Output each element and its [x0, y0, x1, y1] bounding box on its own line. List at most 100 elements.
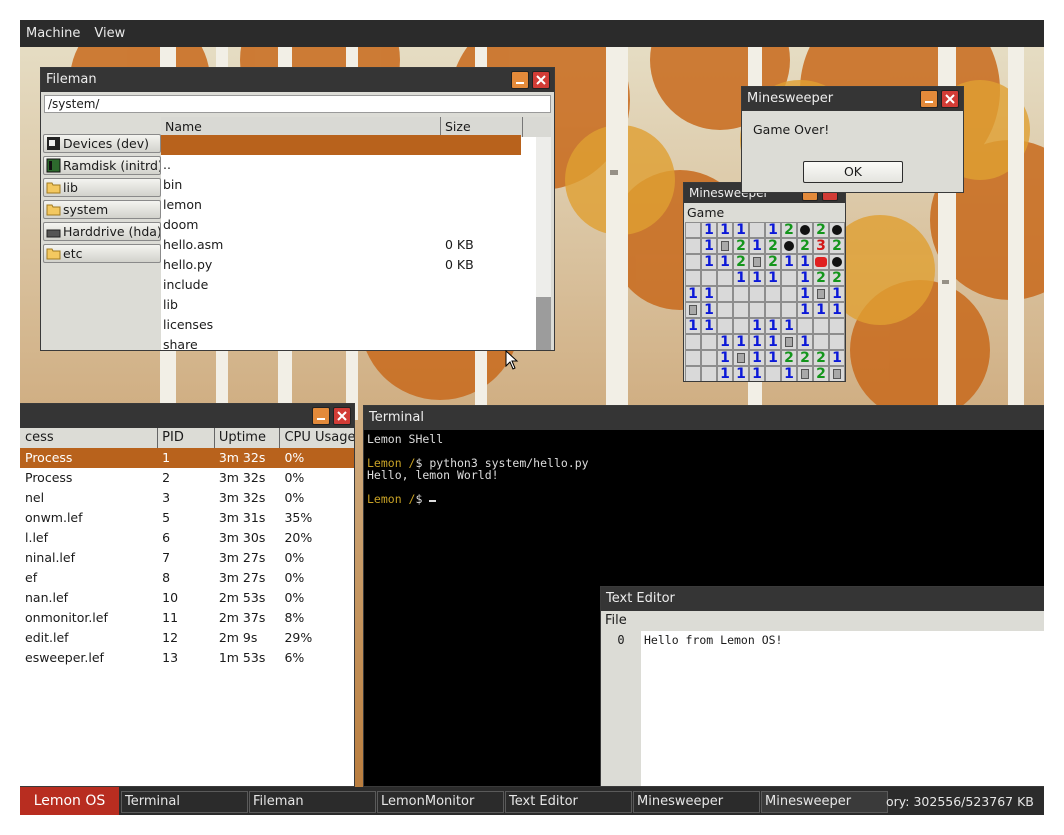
mine-cell[interactable] [829, 254, 845, 270]
process-row[interactable]: Process 1 3m 32s 0% [20, 448, 354, 468]
mine-cell[interactable] [685, 366, 701, 381]
mine-cell[interactable] [781, 302, 797, 318]
minimize-button[interactable] [511, 71, 529, 89]
file-row[interactable]: doom [161, 215, 536, 235]
mine-cell[interactable]: 2 [781, 222, 797, 238]
mine-cell[interactable]: 1 [701, 254, 717, 270]
start-button[interactable]: Lemon OS [20, 787, 119, 815]
menu-view[interactable]: View [94, 26, 125, 41]
fileman-titlebar[interactable]: Fileman [41, 68, 554, 92]
mine-cell[interactable]: 1 [765, 222, 781, 238]
mine-cell[interactable] [701, 350, 717, 366]
process-row[interactable]: edit.lef 12 2m 9s 29% [20, 628, 354, 648]
mine-cell[interactable]: 2 [813, 366, 829, 381]
task-fileman[interactable]: Fileman [249, 791, 376, 813]
mine-cell[interactable]: 1 [797, 270, 813, 286]
mine-cell[interactable] [781, 286, 797, 302]
mine-cell[interactable] [829, 366, 845, 381]
mine-cell[interactable] [733, 302, 749, 318]
terminal-titlebar[interactable]: Terminal [364, 406, 1044, 430]
monitor-titlebar[interactable] [20, 404, 354, 428]
minimize-button[interactable] [920, 90, 938, 108]
task-minesweeper[interactable]: Minesweeper [633, 791, 760, 813]
mine-cell[interactable]: 1 [717, 222, 733, 238]
column-process[interactable]: cess [20, 428, 159, 448]
editor-titlebar[interactable]: Text Editor [601, 587, 1044, 611]
process-row[interactable]: l.lef 6 3m 30s 20% [20, 528, 354, 548]
mine-cell[interactable] [797, 222, 813, 238]
mine-cell[interactable] [733, 318, 749, 334]
file-row[interactable]: bin [161, 175, 536, 195]
mine-cell[interactable]: 1 [765, 318, 781, 334]
mine-cell[interactable] [749, 286, 765, 302]
mine-cell[interactable] [733, 286, 749, 302]
mine-cell[interactable] [781, 270, 797, 286]
file-row[interactable]: licenses [161, 315, 536, 335]
mine-cell[interactable]: 2 [829, 238, 845, 254]
mine-cell[interactable] [717, 286, 733, 302]
menu-game[interactable]: Game [687, 205, 724, 220]
mine-cell[interactable]: 1 [749, 366, 765, 381]
close-button[interactable] [941, 90, 959, 108]
mine-cell[interactable]: 1 [797, 254, 813, 270]
mine-cell[interactable]: 1 [797, 286, 813, 302]
mine-cell[interactable]: 1 [765, 350, 781, 366]
mine-cell[interactable]: 1 [701, 238, 717, 254]
mine-cell[interactable]: 1 [733, 366, 749, 381]
mine-cell[interactable] [765, 286, 781, 302]
mine-cell[interactable] [685, 254, 701, 270]
mine-cell[interactable]: 2 [813, 350, 829, 366]
mine-cell[interactable] [717, 270, 733, 286]
mine-cell[interactable]: 1 [749, 334, 765, 350]
sidebar-item[interactable]: etc [43, 244, 161, 263]
column-size[interactable]: Size [441, 117, 523, 137]
mine-cell[interactable]: 3 [813, 238, 829, 254]
close-button[interactable] [333, 407, 351, 425]
task-text-editor[interactable]: Text Editor [505, 791, 632, 813]
sidebar-item[interactable]: Devices (dev) [43, 134, 161, 153]
mine-cell[interactable]: 2 [765, 254, 781, 270]
close-button[interactable] [532, 71, 550, 89]
mine-cell[interactable] [685, 302, 701, 318]
column-name[interactable]: Name [161, 117, 441, 137]
mine-cell[interactable]: 1 [717, 334, 733, 350]
mine-cell[interactable] [685, 238, 701, 254]
mine-cell[interactable]: 2 [733, 254, 749, 270]
mine-cell[interactable] [813, 334, 829, 350]
scrollbar[interactable] [536, 137, 551, 350]
mine-cell[interactable]: 2 [813, 270, 829, 286]
mine-cell[interactable]: 1 [797, 302, 813, 318]
ok-button[interactable]: OK [803, 161, 903, 183]
mine-cell[interactable]: 1 [685, 318, 701, 334]
mine-cell[interactable]: 2 [797, 238, 813, 254]
mine-cell[interactable] [749, 302, 765, 318]
mine-cell[interactable] [749, 254, 765, 270]
task-terminal[interactable]: Terminal [121, 791, 248, 813]
menu-machine[interactable]: Machine [26, 26, 80, 41]
mine-cell[interactable]: 1 [765, 270, 781, 286]
mine-cell[interactable] [781, 334, 797, 350]
mine-cell[interactable]: 2 [765, 238, 781, 254]
mine-cell[interactable]: 2 [829, 270, 845, 286]
mine-cell[interactable] [717, 318, 733, 334]
mine-cell[interactable] [797, 366, 813, 381]
mine-cell[interactable]: 1 [765, 334, 781, 350]
file-row[interactable]: hello.py 0 KB [161, 255, 536, 275]
mine-cell[interactable]: 1 [749, 270, 765, 286]
mine-cell[interactable] [829, 334, 845, 350]
mine-cell[interactable]: 1 [813, 302, 829, 318]
mine-cell[interactable]: 1 [733, 334, 749, 350]
file-row[interactable] [161, 135, 521, 155]
mine-cell[interactable] [749, 222, 765, 238]
process-row[interactable]: ninal.lef 7 3m 27s 0% [20, 548, 354, 568]
file-row[interactable]: hello.asm 0 KB [161, 235, 536, 255]
mine-cell[interactable] [765, 302, 781, 318]
mine-cell[interactable] [813, 286, 829, 302]
mine-cell[interactable] [765, 366, 781, 381]
column-cpu[interactable]: CPU Usage [280, 428, 354, 448]
mine-cell[interactable]: 1 [733, 270, 749, 286]
mine-cell[interactable]: 2 [733, 238, 749, 254]
task-minesweeper-active[interactable]: Minesweeper [761, 791, 888, 813]
mine-cell[interactable]: 1 [701, 318, 717, 334]
sidebar-item[interactable]: lib [43, 178, 161, 197]
